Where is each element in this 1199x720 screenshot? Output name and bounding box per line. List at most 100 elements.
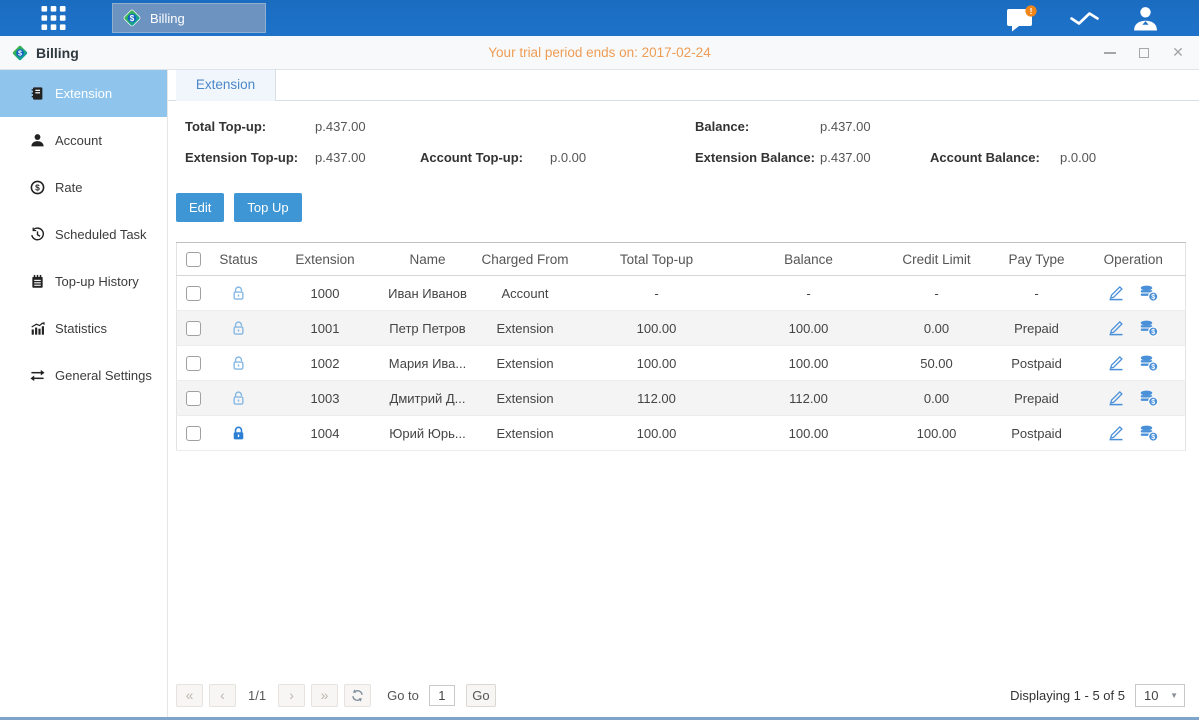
statistics-topbar-icon[interactable] [1069, 7, 1100, 29]
row-checkbox[interactable] [186, 286, 201, 301]
lock-open-icon [230, 355, 247, 372]
sidebar-item-scheduled-task[interactable]: Scheduled Task [0, 211, 167, 258]
edit-icon[interactable] [1107, 425, 1125, 441]
edit-button[interactable]: Edit [176, 193, 224, 222]
minimize-icon[interactable] [1103, 46, 1117, 60]
topup-coins-icon[interactable]: $ [1139, 425, 1159, 442]
extension-table: Status Extension Name Charged From Total… [176, 242, 1186, 451]
select-all-checkbox[interactable] [186, 252, 201, 267]
col-extension: Extension [268, 243, 383, 276]
cell-credit-limit: 100.00 [882, 416, 992, 451]
general-settings-icon [29, 368, 45, 383]
chevron-down-icon: ▼ [1170, 691, 1178, 700]
messages-icon[interactable]: ! [1006, 5, 1037, 32]
topup-coins-icon[interactable]: $ [1139, 285, 1159, 302]
scheduled-task-icon [29, 227, 45, 242]
summary-panel: Total Top-up: p.437.00 Balance: p.437.00… [176, 113, 1185, 175]
topup-coins-icon[interactable]: $ [1139, 390, 1159, 407]
cell-name: Иван Иванов [383, 276, 473, 311]
prev-page-button[interactable]: ‹ [209, 684, 236, 707]
first-page-button[interactable]: « [176, 684, 203, 707]
topup-coins-icon[interactable]: $ [1139, 320, 1159, 337]
desktop-topbar: $ Billing ! [0, 0, 1199, 36]
cell-balance: 100.00 [736, 416, 882, 451]
refresh-icon[interactable] [344, 684, 371, 707]
top-up-button[interactable]: Top Up [234, 193, 301, 222]
cell-name: Петр Петров [383, 311, 473, 346]
row-checkbox[interactable] [186, 426, 201, 441]
pagination-bar: « ‹ 1/1 › » Go to Go Displaying 1 - 5 of… [176, 682, 1185, 708]
cell-name: Дмитрий Д... [383, 381, 473, 416]
cell-extension: 1004 [268, 416, 383, 451]
maximize-icon[interactable] [1137, 46, 1151, 60]
row-checkbox[interactable] [186, 391, 201, 406]
taskbar-tab-label: Billing [150, 11, 185, 26]
rate-icon: $ [29, 180, 45, 195]
sidebar-item-extension[interactable]: Extension [0, 70, 167, 117]
col-balance: Balance [736, 243, 882, 276]
cell-charged-from: Extension [473, 311, 578, 346]
cell-operation: $ [1082, 381, 1186, 416]
edit-icon[interactable] [1107, 320, 1125, 336]
cell-status [210, 276, 268, 311]
cell-status [210, 416, 268, 451]
table-header-row: Status Extension Name Charged From Total… [177, 243, 1186, 276]
cell-status [210, 311, 268, 346]
user-icon[interactable] [1132, 5, 1159, 32]
edit-icon[interactable] [1107, 390, 1125, 406]
sidebar-item-account[interactable]: Account [0, 117, 167, 164]
col-name: Name [383, 243, 473, 276]
account-balance-label: Account Balance: [930, 150, 1040, 165]
billing-app-icon: $ [122, 8, 142, 28]
lock-open-icon [230, 390, 247, 407]
row-checkbox[interactable] [186, 321, 201, 336]
sidebar-item-label: Account [55, 133, 102, 148]
col-operation: Operation [1082, 243, 1186, 276]
cell-balance: 112.00 [736, 381, 882, 416]
cell-charged-from: Extension [473, 381, 578, 416]
close-icon[interactable]: ✕ [1171, 46, 1185, 60]
account-topup-label: Account Top-up: [420, 150, 523, 165]
sidebar-item-general-settings[interactable]: General Settings [0, 352, 167, 399]
go-button[interactable]: Go [466, 684, 496, 707]
topup-coins-icon[interactable]: $ [1139, 355, 1159, 372]
cell-total-topup: 112.00 [578, 381, 736, 416]
cell-total-topup: 100.00 [578, 346, 736, 381]
extension-topup-value: p.437.00 [315, 150, 366, 165]
taskbar-tab-billing[interactable]: $ Billing [112, 3, 266, 33]
tab-extension[interactable]: Extension [176, 70, 276, 101]
cell-credit-limit: 0.00 [882, 381, 992, 416]
lock-open-icon [230, 320, 247, 337]
main-content: Extension Total Top-up: p.437.00 Balance… [168, 70, 1199, 717]
svg-text:$: $ [130, 14, 135, 23]
cell-operation: $ [1082, 346, 1186, 381]
svg-text:$: $ [18, 48, 22, 57]
sidebar-item-label: Extension [55, 86, 112, 101]
cell-pay-type: Postpaid [992, 416, 1082, 451]
sidebar-item-rate[interactable]: $ Rate [0, 164, 167, 211]
billing-app-window: $ Billing ! [0, 0, 1199, 720]
sidebar-item-label: General Settings [55, 368, 152, 383]
row-checkbox[interactable] [186, 356, 201, 371]
page-size-select[interactable]: 10 ▼ [1135, 684, 1185, 707]
edit-icon[interactable] [1107, 355, 1125, 371]
cell-checkbox [177, 276, 210, 311]
cell-extension: 1002 [268, 346, 383, 381]
table-row: 1000Иван ИвановAccount----$ [177, 276, 1186, 311]
account-balance-value: p.0.00 [1060, 150, 1096, 165]
sidebar-item-topup-history[interactable]: Top-up History [0, 258, 167, 305]
last-page-button[interactable]: » [311, 684, 338, 707]
total-topup-value: p.437.00 [315, 119, 366, 134]
goto-page-input[interactable] [429, 685, 455, 706]
edit-icon[interactable] [1107, 285, 1125, 301]
extension-balance-value: p.437.00 [820, 150, 871, 165]
cell-credit-limit: 50.00 [882, 346, 992, 381]
cell-checkbox [177, 311, 210, 346]
sidebar-item-statistics[interactable]: Statistics [0, 305, 167, 352]
apps-grid-icon[interactable] [36, 5, 70, 31]
cell-pay-type: Postpaid [992, 346, 1082, 381]
notification-badge: ! [1030, 5, 1033, 15]
svg-text:$: $ [1151, 294, 1155, 301]
next-page-button[interactable]: › [278, 684, 305, 707]
sidebar-item-label: Rate [55, 180, 82, 195]
